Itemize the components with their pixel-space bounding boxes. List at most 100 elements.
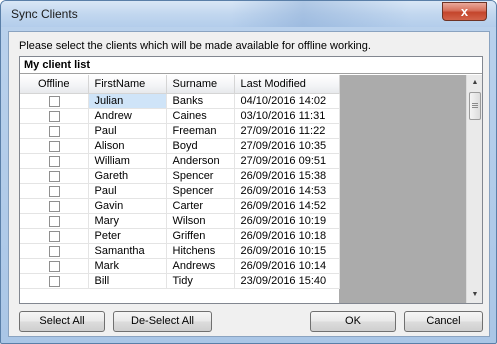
table-row[interactable]: Julian Banks 04/10/2016 14:02 xyxy=(20,93,340,109)
scroll-down-arrow-icon[interactable]: ▼ xyxy=(467,287,482,303)
offline-checkbox[interactable] xyxy=(49,170,60,182)
surname-cell[interactable]: Banks xyxy=(166,93,235,109)
thumb-grip-line xyxy=(472,105,478,106)
ok-button[interactable]: OK xyxy=(310,311,396,332)
surname-cell[interactable]: Freeman xyxy=(166,123,235,139)
offline-checkbox[interactable] xyxy=(49,125,60,137)
last-modified-cell[interactable]: 27/09/2016 09:51 xyxy=(234,153,340,169)
offline-checkbox[interactable] xyxy=(49,200,60,212)
offline-checkbox[interactable] xyxy=(49,245,60,257)
surname-cell[interactable]: Hitchens xyxy=(166,243,235,259)
offline-checkbox[interactable] xyxy=(49,260,60,272)
offline-checkbox[interactable] xyxy=(49,215,60,227)
firstname-cell[interactable]: Mary xyxy=(88,213,167,229)
surname-cell[interactable]: Spencer xyxy=(166,183,235,199)
table-row[interactable]: Andrew Caines 03/10/2016 11:31 xyxy=(20,108,340,124)
column-header-last-modified[interactable]: Last Modified xyxy=(234,75,340,94)
last-modified-cell[interactable]: 26/09/2016 10:18 xyxy=(234,228,340,244)
surname-cell[interactable]: Spencer xyxy=(166,168,235,184)
table-row[interactable]: Alison Boyd 27/09/2016 10:35 xyxy=(20,138,340,154)
scrollbar-thumb[interactable] xyxy=(469,92,481,120)
firstname-cell[interactable]: Julian xyxy=(88,93,167,109)
table-row[interactable]: Peter Griffen 26/09/2016 10:18 xyxy=(20,228,340,244)
firstname-cell[interactable]: Samantha xyxy=(88,243,167,259)
table-row[interactable]: Mark Andrews 26/09/2016 10:14 xyxy=(20,258,340,274)
firstname-cell[interactable]: Andrew xyxy=(88,108,167,124)
last-modified-cell[interactable]: 03/10/2016 11:31 xyxy=(234,108,340,124)
offline-cell xyxy=(20,198,89,214)
firstname-cell[interactable]: Bill xyxy=(88,273,167,289)
grid-caption: My client list xyxy=(20,57,482,74)
surname-cell[interactable]: Caines xyxy=(166,108,235,124)
firstname-cell[interactable]: Peter xyxy=(88,228,167,244)
last-modified-cell[interactable]: 26/09/2016 14:53 xyxy=(234,183,340,199)
surname-cell[interactable]: Andrews xyxy=(166,258,235,274)
last-modified-cell[interactable]: 23/09/2016 15:40 xyxy=(234,273,340,289)
last-modified-cell[interactable]: 26/09/2016 10:19 xyxy=(234,213,340,229)
offline-cell xyxy=(20,228,89,244)
table-row[interactable]: Gareth Spencer 26/09/2016 15:38 xyxy=(20,168,340,184)
last-modified-cell[interactable]: 04/10/2016 14:02 xyxy=(234,93,340,109)
offline-cell xyxy=(20,123,89,139)
surname-cell[interactable]: Anderson xyxy=(166,153,235,169)
firstname-cell[interactable]: William xyxy=(88,153,167,169)
offline-cell xyxy=(20,108,89,124)
firstname-cell[interactable]: Mark xyxy=(88,258,167,274)
last-modified-cell[interactable]: 27/09/2016 10:35 xyxy=(234,138,340,154)
grid-empty-area xyxy=(339,75,466,303)
table-row[interactable]: Samantha Hitchens 26/09/2016 10:15 xyxy=(20,243,340,259)
surname-cell[interactable]: Carter xyxy=(166,198,235,214)
firstname-cell[interactable]: Gareth xyxy=(88,168,167,184)
surname-cell[interactable]: Griffen xyxy=(166,228,235,244)
surname-cell[interactable]: Boyd xyxy=(166,138,235,154)
dialog-title: Sync Clients xyxy=(11,7,78,21)
last-modified-cell[interactable]: 26/09/2016 14:52 xyxy=(234,198,340,214)
title-bar[interactable]: Sync Clients x xyxy=(1,1,496,27)
offline-checkbox[interactable] xyxy=(49,185,60,197)
offline-checkbox[interactable] xyxy=(49,110,60,122)
table-header-row: Offline FirstName Surname Last Modified xyxy=(20,75,340,94)
firstname-cell[interactable]: Gavin xyxy=(88,198,167,214)
scroll-up-arrow-icon[interactable]: ▲ xyxy=(467,75,482,91)
grid-body: Offline FirstName Surname Last Modified … xyxy=(20,75,466,303)
select-all-button[interactable]: Select All xyxy=(19,311,105,332)
offline-cell xyxy=(20,153,89,169)
offline-cell xyxy=(20,243,89,259)
title-bar-background-glow xyxy=(231,1,411,27)
thumb-grip-line xyxy=(472,107,478,108)
table-row[interactable]: Mary Wilson 26/09/2016 10:19 xyxy=(20,213,340,229)
offline-checkbox[interactable] xyxy=(49,230,60,242)
offline-checkbox[interactable] xyxy=(49,140,60,152)
offline-cell xyxy=(20,168,89,184)
column-header-firstname[interactable]: FirstName xyxy=(88,75,167,94)
surname-cell[interactable]: Tidy xyxy=(166,273,235,289)
table-row[interactable]: Paul Spencer 26/09/2016 14:53 xyxy=(20,183,340,199)
column-header-offline[interactable]: Offline xyxy=(20,75,89,94)
thumb-grip-line xyxy=(472,103,478,104)
table-row[interactable]: Gavin Carter 26/09/2016 14:52 xyxy=(20,198,340,214)
close-icon: x xyxy=(460,4,469,19)
last-modified-cell[interactable]: 26/09/2016 10:15 xyxy=(234,243,340,259)
last-modified-cell[interactable]: 26/09/2016 15:38 xyxy=(234,168,340,184)
table-row[interactable]: Paul Freeman 27/09/2016 11:22 xyxy=(20,123,340,139)
firstname-cell[interactable]: Paul xyxy=(88,183,167,199)
close-button[interactable]: x xyxy=(442,2,487,21)
surname-cell[interactable]: Wilson xyxy=(166,213,235,229)
table-row[interactable]: William Anderson 27/09/2016 09:51 xyxy=(20,153,340,169)
offline-cell xyxy=(20,183,89,199)
offline-cell xyxy=(20,213,89,229)
table-row[interactable]: Bill Tidy 23/09/2016 15:40 xyxy=(20,273,340,289)
sync-clients-dialog: Sync Clients x Please select the clients… xyxy=(0,0,497,344)
cancel-button[interactable]: Cancel xyxy=(404,311,483,332)
vertical-scrollbar[interactable]: ▲ ▼ xyxy=(466,75,482,303)
last-modified-cell[interactable]: 27/09/2016 11:22 xyxy=(234,123,340,139)
offline-checkbox[interactable] xyxy=(49,95,60,107)
firstname-cell[interactable]: Alison xyxy=(88,138,167,154)
deselect-all-button[interactable]: De-Select All xyxy=(113,311,212,332)
offline-checkbox[interactable] xyxy=(49,275,60,287)
client-list-grid: My client list Offline FirstName Surname… xyxy=(19,56,483,304)
firstname-cell[interactable]: Paul xyxy=(88,123,167,139)
column-header-surname[interactable]: Surname xyxy=(166,75,235,94)
last-modified-cell[interactable]: 26/09/2016 10:14 xyxy=(234,258,340,274)
offline-checkbox[interactable] xyxy=(49,155,60,167)
